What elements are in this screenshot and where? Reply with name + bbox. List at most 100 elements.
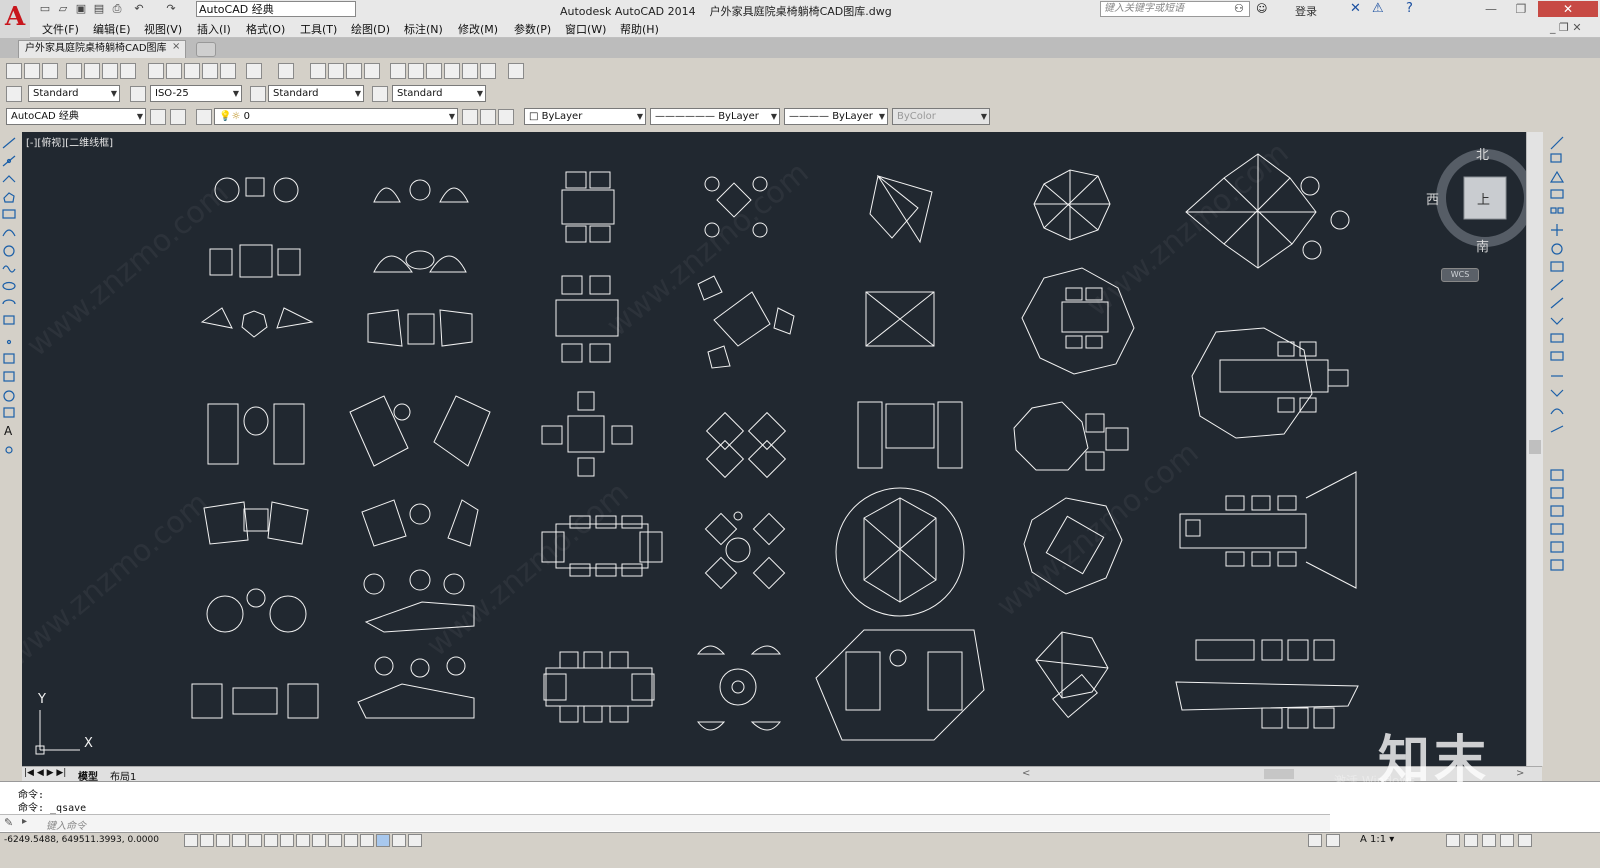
text-style-select[interactable]: Standard ▼	[28, 85, 120, 102]
dynamic-input-icon[interactable]	[328, 834, 342, 847]
isolate-objects-icon[interactable]	[1500, 834, 1514, 847]
qnew-icon[interactable]	[6, 63, 22, 79]
workspace-switching-icon[interactable]	[1446, 834, 1460, 847]
viewcube-south[interactable]: 南	[1476, 236, 1489, 255]
text-style-icon[interactable]	[6, 86, 22, 102]
transparency-icon[interactable]	[360, 834, 374, 847]
annotation-scale[interactable]: A 1:1 ▾	[1360, 834, 1394, 845]
lock-ui-icon[interactable]	[1464, 834, 1478, 847]
quick-properties-icon[interactable]	[376, 834, 390, 847]
menu-tools[interactable]: 工具(T)	[300, 21, 337, 37]
tool-palettes-icon[interactable]	[426, 63, 442, 79]
help-icon[interactable]: ?	[1406, 1, 1413, 16]
sheet-set-icon[interactable]	[444, 63, 460, 79]
viewcube-top-face[interactable]: 上	[1477, 189, 1490, 208]
design-center-icon[interactable]	[408, 63, 424, 79]
linetype-select[interactable]: —————— ByLayer ▼	[650, 108, 780, 125]
grid-display-icon[interactable]	[216, 834, 230, 847]
publish-icon[interactable]	[102, 63, 118, 79]
menu-help[interactable]: 帮助(H)	[620, 21, 659, 37]
search-input[interactable]: 键入关键字或短语	[1100, 1, 1250, 17]
new-icon[interactable]: ▭	[38, 2, 52, 16]
menu-file[interactable]: 文件(F)	[42, 21, 79, 37]
3d-print-icon[interactable]	[120, 63, 136, 79]
vertical-scroll-thumb[interactable]	[1529, 440, 1541, 454]
selection-cycling-icon[interactable]	[392, 834, 406, 847]
lineweight-select[interactable]: ———— ByLayer ▼	[784, 108, 888, 125]
menu-format[interactable]: 格式(O)	[246, 21, 285, 37]
open-icon[interactable]	[24, 63, 40, 79]
3d-osnap-icon[interactable]	[280, 834, 294, 847]
annotation-monitor-icon[interactable]	[408, 834, 422, 847]
infer-constraints-icon[interactable]	[184, 834, 198, 847]
document-tab[interactable]: 户外家具庭院桌椅躺椅CAD图库	[18, 40, 186, 58]
user-icon[interactable]: ☺	[1256, 2, 1267, 15]
menu-insert[interactable]: 插入(I)	[197, 21, 231, 37]
app-menu-button[interactable]: A	[0, 0, 30, 38]
layer-state-icon[interactable]	[498, 109, 514, 125]
cut-icon[interactable]	[148, 63, 164, 79]
menu-edit[interactable]: 编辑(E)	[93, 21, 131, 37]
layer-properties-icon[interactable]	[196, 109, 212, 125]
close-button[interactable]: ✕	[1538, 1, 1598, 17]
paste-icon[interactable]	[184, 63, 200, 79]
match-prop-icon[interactable]	[202, 63, 218, 79]
color-select[interactable]: □ ByLayer ▼	[524, 108, 646, 125]
login-link[interactable]: 登录	[1295, 3, 1317, 19]
draw-tool-icons[interactable]: A	[0, 132, 18, 492]
menu-dimension[interactable]: 标注(N)	[404, 21, 443, 37]
menu-draw[interactable]: 绘图(D)	[351, 21, 390, 37]
viewcube-west[interactable]: 西	[1426, 189, 1439, 208]
menu-parametric[interactable]: 参数(P)	[514, 21, 551, 37]
multileader-style-select[interactable]: Standard ▼	[392, 85, 486, 102]
viewcube[interactable]: 北 南 西 东 上	[1426, 144, 1526, 274]
zoom-realtime-icon[interactable]	[328, 63, 344, 79]
wcs-menu[interactable]: WCS	[1441, 268, 1479, 282]
wrench-icon[interactable]: ✎	[4, 816, 13, 829]
clean-screen-icon[interactable]	[1518, 834, 1532, 847]
block-editor-icon[interactable]	[220, 63, 236, 79]
markup-icon[interactable]	[462, 63, 478, 79]
minimize-button[interactable]: —	[1476, 1, 1506, 17]
exchange-icon[interactable]: ✕	[1350, 1, 1361, 16]
doc-minimize-button[interactable]: _ ❐ ✕	[1550, 21, 1582, 34]
drawing-canvas[interactable]: www.znzmo.com www.znzmo.com www.znzmo.co…	[22, 132, 1526, 766]
menu-modify[interactable]: 修改(M)	[458, 21, 498, 37]
make-current-layer-icon[interactable]	[462, 109, 478, 125]
preview-icon[interactable]	[84, 63, 100, 79]
snap-mode-icon[interactable]	[200, 834, 214, 847]
document-tab-close-icon[interactable]: ×	[172, 41, 180, 52]
copy-icon[interactable]	[166, 63, 182, 79]
menu-window[interactable]: 窗口(W)	[565, 21, 606, 37]
ortho-mode-icon[interactable]	[232, 834, 246, 847]
zoom-previous-icon[interactable]	[364, 63, 380, 79]
new-tab-button[interactable]	[196, 42, 216, 57]
undo-icon[interactable]: ↶	[132, 2, 146, 16]
undo-icon[interactable]	[246, 63, 262, 79]
redo-icon[interactable]	[278, 63, 294, 79]
horizontal-scroll-thumb[interactable]	[1264, 769, 1294, 779]
table-style-icon[interactable]	[250, 86, 266, 102]
table-style-select[interactable]: Standard ▼	[268, 85, 364, 102]
ducs-icon[interactable]	[312, 834, 326, 847]
save-icon[interactable]	[42, 63, 58, 79]
redo-icon[interactable]: ↷	[164, 2, 178, 16]
workspace-select[interactable]: AutoCAD 经典	[196, 1, 356, 17]
model-space-icon[interactable]	[1308, 834, 1322, 847]
lineweight-icon[interactable]	[344, 834, 358, 847]
print-icon[interactable]: ⎙	[110, 2, 124, 16]
layer-select[interactable]: 💡☼ 0 ▼	[214, 108, 458, 125]
layout-nav-arrows-icon[interactable]: |◀ ◀ ▶ ▶|	[24, 768, 66, 778]
scroll-left-icon[interactable]: <	[1022, 768, 1030, 779]
properties-icon[interactable]	[390, 63, 406, 79]
calculator-icon[interactable]	[480, 63, 496, 79]
command-input[interactable]: 键入命令	[46, 817, 86, 832]
multileader-style-icon[interactable]	[372, 86, 388, 102]
workspace-combo[interactable]: AutoCAD 经典 ▼	[6, 108, 146, 125]
open-icon[interactable]: ▱	[56, 2, 70, 16]
binoculars-icon[interactable]: ⚇	[1234, 2, 1244, 15]
scroll-right-icon[interactable]: >	[1516, 768, 1524, 779]
workspace-lock-icon[interactable]	[170, 109, 186, 125]
zoom-window-icon[interactable]	[346, 63, 362, 79]
autodesk-360-icon[interactable]: ⚠	[1372, 1, 1384, 16]
